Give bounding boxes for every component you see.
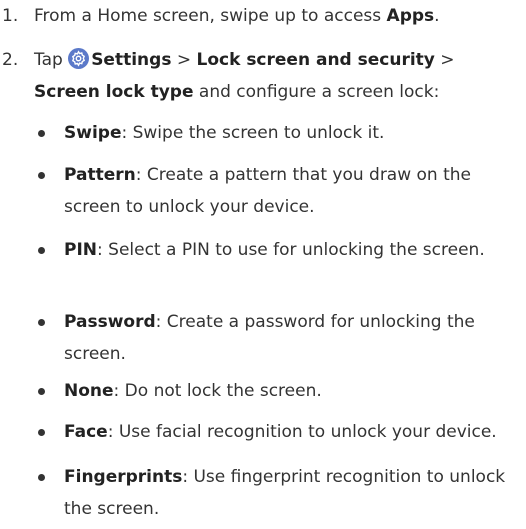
lock-screen-label: Lock screen and security [196,50,435,70]
bullet-icon [38,388,45,395]
settings-gear-icon [68,48,90,69]
option-face: Face: Use facial recognition to unlock y… [34,416,520,448]
bullet-icon [38,130,45,137]
option-text: Password: Create a password for unlockin… [64,312,475,364]
option-password: Password: Create a password for unlockin… [34,306,520,370]
option-swipe: Swipe: Swipe the screen to unlock it. [34,117,520,149]
bullet-icon [38,172,45,179]
step-1: 1. From a Home screen, swipe up to acces… [0,0,520,32]
option-pin: PIN: Select a PIN to use for unlocking t… [34,234,520,266]
option-pattern: Pattern: Create a pattern that you draw … [34,159,520,223]
step-text: From a Home screen, swipe up to access A… [34,6,440,26]
option-text: None: Do not lock the screen. [64,381,322,401]
step-text: Tap Settings > Lock screen and security … [34,48,455,102]
option-fingerprints: Fingerprints: Use fingerprint recognitio… [34,461,520,525]
bullet-icon [38,429,45,436]
step-number: 2. [2,50,19,70]
option-text: Pattern: Create a pattern that you draw … [64,165,472,217]
option-text: Swipe: Swipe the screen to unlock it. [64,123,385,143]
apps-label: Apps [386,6,435,26]
option-text: PIN: Select a PIN to use for unlocking t… [64,240,485,260]
step-number: 1. [2,6,19,26]
option-none: None: Do not lock the screen. [34,375,520,407]
bullet-icon [38,474,45,481]
step-2: 2. Tap Settings > Lock screen and securi… [0,44,520,108]
instructions-page: 1. From a Home screen, swipe up to acces… [0,0,526,529]
option-text: Face: Use facial recognition to unlock y… [64,422,497,442]
screen-lock-type-label: Screen lock type [34,82,194,102]
bullet-icon [38,319,45,326]
bullet-icon [38,247,45,254]
settings-label: Settings [91,50,172,70]
option-text: Fingerprints: Use fingerprint recognitio… [64,467,506,519]
